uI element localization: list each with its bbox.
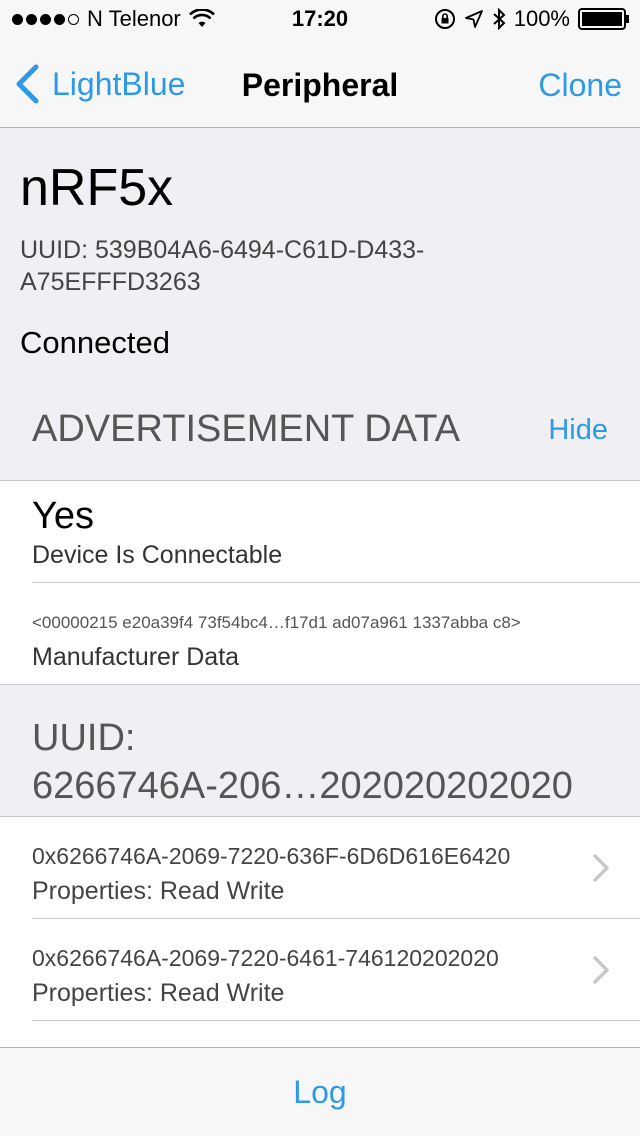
characteristic-row[interactable]: 0x6266746A-2069-7220-636F-6D6D616E6420 P…	[0, 817, 640, 919]
log-button[interactable]: Log	[0, 1074, 640, 1111]
connectable-value: Yes	[32, 495, 94, 537]
characteristic-uuid: 0x6266746A-2069-7220-636F-6D6D616E6420	[32, 843, 511, 869]
location-icon	[464, 10, 483, 28]
battery-icon	[578, 8, 629, 30]
hide-button[interactable]: Hide	[548, 414, 608, 447]
connection-status: Connected	[20, 325, 170, 360]
service-uuid-label: UUID:	[32, 717, 136, 759]
row-divider	[32, 1020, 640, 1021]
device-uuid-line1: UUID: 539B04A6-6494-C61D-D433-	[20, 236, 425, 264]
service-uuid-value: 6266746A-206…202020202020	[32, 765, 573, 807]
advertisement-header: ADVERTISEMENT DATA	[32, 408, 460, 450]
clone-button[interactable]: Clone	[538, 67, 622, 104]
characteristic-row[interactable]: 0x6266746A-2069-7220-6461-746120202020 P…	[0, 919, 640, 1021]
status-bar: N Telenor 17:20 100%	[0, 0, 640, 40]
characteristic-uuid: 0x6266746A-2069-7220-6461-746120202020	[32, 945, 499, 971]
bottom-toolbar: Log	[0, 1047, 640, 1136]
rotation-lock-icon	[434, 9, 455, 29]
characteristic-properties: Properties: Read Write	[32, 877, 285, 905]
manufacturer-data-value: <00000215 e20a39f4 73f54bc4…f17d1 ad07a9…	[32, 613, 521, 632]
chevron-right-icon	[593, 854, 609, 882]
service-uuid-header: UUID: 6266746A-206…202020202020	[32, 714, 612, 810]
chevron-right-icon	[593, 956, 609, 984]
characteristics-list: 0x6266746A-2069-7220-636F-6D6D616E6420 P…	[0, 816, 640, 1048]
advertisement-list: Yes Device Is Connectable <00000215 e20a…	[0, 480, 640, 685]
connectable-label: Device Is Connectable	[32, 541, 283, 569]
list-item: Yes Device Is Connectable	[0, 481, 640, 583]
status-right: 100%	[434, 6, 630, 32]
device-uuid: UUID: 539B04A6-6494-C61D-D433- A75EFFFD3…	[20, 234, 540, 298]
screen: N Telenor 17:20 100% LightBlue Periphera…	[0, 0, 640, 1136]
manufacturer-data-label: Manufacturer Data	[32, 643, 240, 671]
device-uuid-line2: A75EFFFD3263	[20, 268, 201, 296]
list-item: <00000215 e20a39f4 73f54bc4…f17d1 ad07a9…	[0, 583, 640, 685]
device-name: nRF5x	[20, 159, 174, 217]
navigation-bar: LightBlue Peripheral Clone	[0, 40, 640, 128]
battery-percent: 100%	[513, 6, 570, 31]
bluetooth-icon	[493, 8, 506, 30]
characteristic-properties: Properties: Read Write	[32, 979, 285, 1007]
